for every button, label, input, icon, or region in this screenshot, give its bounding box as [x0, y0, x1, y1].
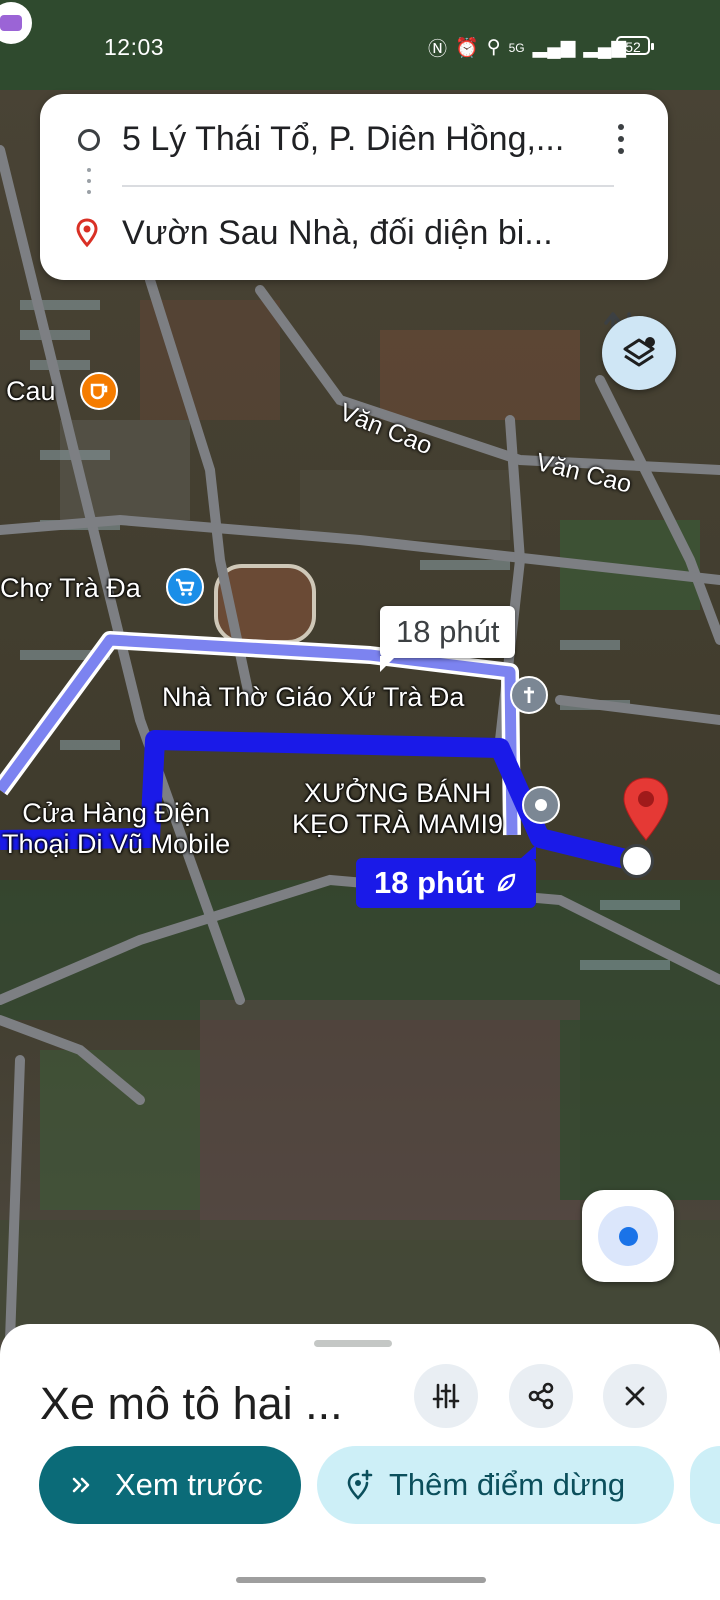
drag-handle[interactable]	[314, 1340, 392, 1347]
church-label[interactable]: Nhà Thờ Giáo Xứ Trà Đa	[162, 682, 464, 713]
cafe-icon[interactable]	[80, 372, 118, 410]
add-location-icon	[347, 1469, 373, 1500]
market-label[interactable]: Chợ Trà Đa	[0, 573, 141, 604]
destination-pin-icon	[76, 218, 98, 248]
factory-label[interactable]: XƯỞNG BÁNH KẸO TRÀ MAMI9	[292, 778, 503, 840]
double-chevron-icon	[72, 1477, 90, 1493]
eta-main-label: 18 phút	[374, 865, 485, 900]
eta-main-route[interactable]: 18 phút	[356, 845, 537, 908]
route-card: 5 Lý Thái Tổ, P. Diên Hồng,... Vườn Sau …	[40, 94, 668, 346]
nfc-icon: Ⓝ	[428, 39, 448, 60]
battery-icon: 52	[616, 36, 654, 55]
eta-alternate-route[interactable]: 18 phút	[380, 606, 516, 672]
gesture-nav-bar[interactable]	[236, 1577, 486, 1583]
alarm-icon: ⏰	[455, 37, 479, 59]
route-options-button[interactable]	[414, 1364, 478, 1428]
shopping-cart-icon[interactable]	[166, 568, 204, 606]
close-button[interactable]	[603, 1364, 667, 1428]
factory-label-line1: XƯỞNG BÁNH	[303, 778, 492, 808]
shop-label-line1: Cửa Hàng Điện	[22, 798, 210, 828]
shop-label-line2: Thoại Di Vũ Mobile	[2, 829, 231, 859]
add-stop-button[interactable]: Thêm điểm dừng	[317, 1446, 674, 1524]
origin-row[interactable]: 5 Lý Thái Tổ, P. Diên Hồng,...	[40, 94, 668, 186]
camera-icon[interactable]	[0, 2, 32, 44]
eco-leaf-icon	[498, 873, 516, 892]
shop-label[interactable]: Cửa Hàng Điện Thoại Di Vũ Mobile	[2, 798, 230, 860]
location-icon: ⚲	[486, 37, 501, 58]
destination-row[interactable]: Vườn Sau Nhà, đối diện bi...	[40, 188, 668, 346]
my-location-icon	[598, 1206, 658, 1266]
origin-icon	[78, 129, 100, 151]
cafe-label[interactable]: Cau	[6, 376, 56, 407]
factory-label-line2: KẸO TRÀ MAMI9	[292, 809, 504, 839]
signal-icon: ▂▄▆	[532, 37, 576, 58]
share-icon	[528, 1382, 554, 1410]
place-pin-icon[interactable]	[522, 786, 560, 824]
travel-mode-title: Xe mô tô hai ...	[40, 1378, 343, 1429]
network-label: 5G	[508, 40, 525, 55]
preview-button[interactable]: Xem trước	[39, 1446, 301, 1524]
add-stop-label: Thêm điểm dừng	[389, 1467, 626, 1502]
preview-label: Xem trước	[115, 1467, 263, 1502]
more-options-button[interactable]	[600, 114, 642, 164]
status-bar: 12:03 Ⓝ ⏰ ⚲ 5G ▂▄▆ ▂▄▆ 52	[0, 0, 720, 90]
status-time: 12:03	[104, 34, 165, 60]
destination-field[interactable]: Vườn Sau Nhà, đối diện bi...	[122, 214, 553, 253]
close-icon	[625, 1386, 645, 1406]
route-divider	[122, 185, 614, 187]
bottom-sheet: Xe mô tô hai ... Xem trước Thêm điểm dừn…	[0, 1324, 720, 1600]
more-chip-button[interactable]	[690, 1446, 720, 1524]
layers-icon	[623, 337, 655, 367]
origin-field[interactable]: 5 Lý Thái Tổ, P. Diên Hồng,...	[122, 120, 564, 159]
layers-button[interactable]	[602, 316, 676, 390]
share-button[interactable]	[509, 1364, 573, 1428]
church-icon[interactable]	[510, 676, 548, 714]
destination-marker-icon[interactable]	[620, 776, 672, 842]
route-start-marker	[620, 844, 654, 878]
tune-icon	[432, 1383, 460, 1409]
status-icons: Ⓝ ⏰ ⚲ 5G ▂▄▆ ▂▄▆	[428, 34, 626, 61]
my-location-button[interactable]	[582, 1190, 674, 1282]
